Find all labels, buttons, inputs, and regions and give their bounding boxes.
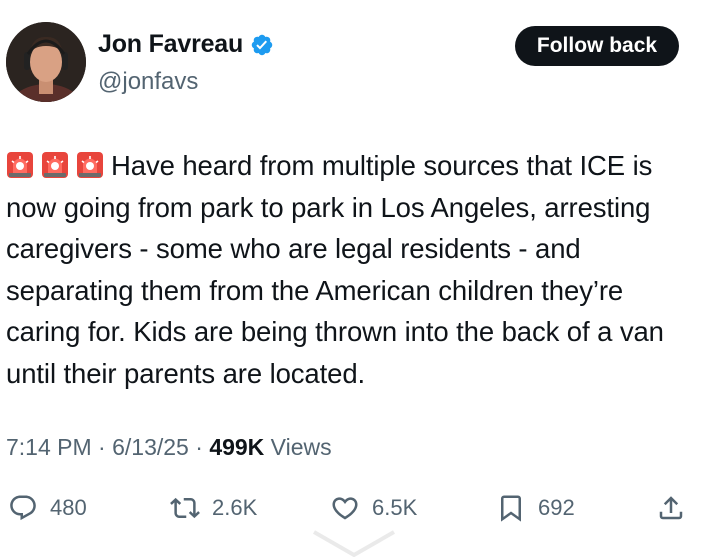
tweet-header: Jon Favreau @jonfavs Follow back [0, 0, 706, 120]
police-light-emoji-icon [41, 149, 69, 178]
scroll-chevron-icon [313, 530, 395, 557]
bookmark-count: 692 [538, 495, 575, 520]
repost-icon [170, 497, 200, 519]
reply-icon [10, 495, 36, 521]
share-button[interactable] [656, 486, 686, 530]
views-count: 499K [209, 434, 265, 460]
reply-button[interactable]: 480 [8, 486, 87, 530]
meta-separator: · [91, 434, 113, 460]
like-count: 6.5K [372, 495, 418, 520]
follow-back-button[interactable]: Follow back [515, 26, 679, 66]
repost-count: 2.6K [212, 495, 258, 520]
like-button[interactable]: 6.5K [330, 486, 417, 530]
tweet-actions: 480 2.6K 6.5K 692 [0, 486, 706, 530]
tweet-body-text: Have heard from multiple sources that IC… [6, 150, 664, 389]
tweet-time[interactable]: 7:14 PM [6, 434, 92, 460]
police-light-emoji-icon [76, 149, 104, 178]
police-light-emoji-icon [6, 149, 34, 178]
tweet-text: Have heard from multiple sources that IC… [6, 145, 701, 394]
verified-badge-icon [250, 33, 274, 57]
heart-icon [332, 497, 358, 520]
bookmark-button[interactable]: 692 [496, 486, 575, 530]
meta-separator: · [188, 434, 210, 460]
user-handle[interactable]: @jonfavs [98, 68, 198, 96]
avatar[interactable] [6, 22, 86, 102]
share-icon [659, 496, 683, 520]
reply-count: 480 [50, 495, 87, 520]
tweet-date[interactable]: 6/13/25 [112, 434, 189, 460]
name-row: Jon Favreau [98, 30, 274, 59]
repost-button[interactable]: 2.6K [170, 486, 257, 530]
display-name[interactable]: Jon Favreau [98, 30, 243, 59]
views-label: Views [264, 434, 332, 460]
avatar-photo [6, 22, 86, 102]
bookmark-icon [501, 495, 521, 522]
tweet-meta: 7:14 PM · 6/13/25 · 499K Views [6, 434, 332, 461]
